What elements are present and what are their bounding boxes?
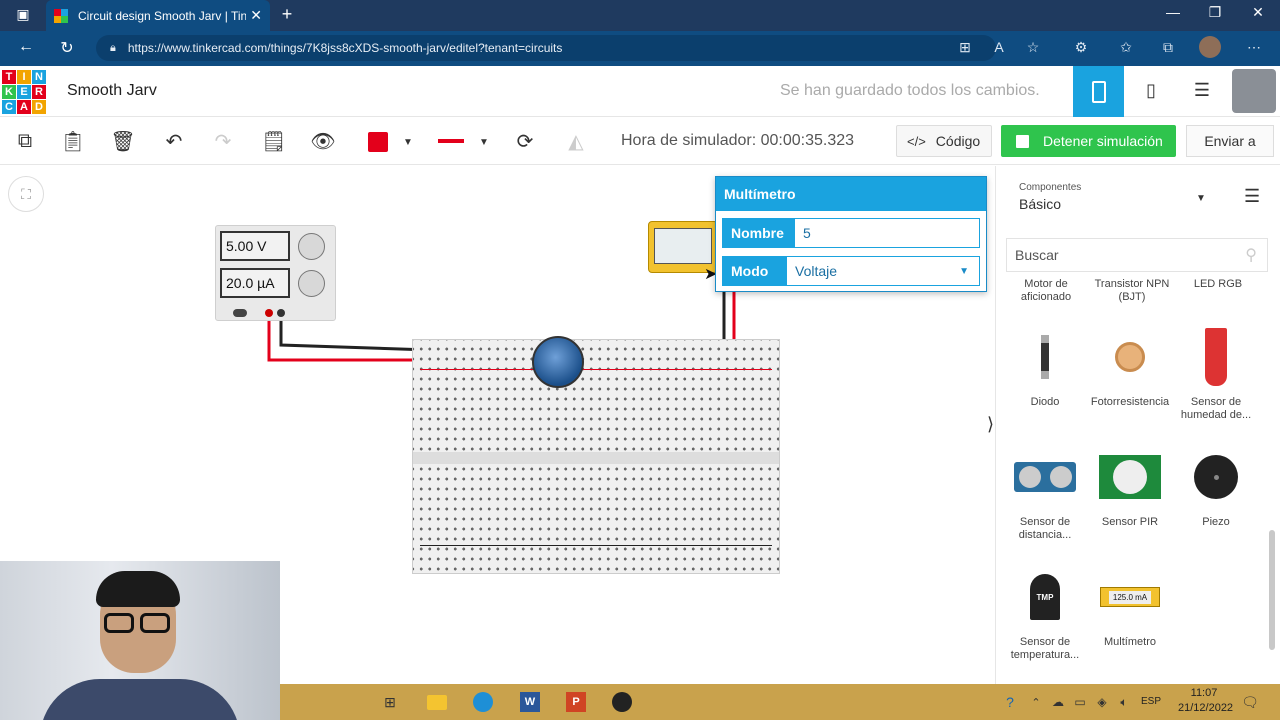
partial-row: Motor de aficionado Transistor NPN (BJT)… bbox=[1003, 272, 1265, 308]
card-label: Sensor PIR bbox=[1101, 516, 1159, 528]
card-label: Sensor de distancia... bbox=[1018, 516, 1072, 541]
card-label-npn-transistor[interactable]: Transistor NPN (BJT) bbox=[1089, 278, 1175, 308]
list-view-icon[interactable]: ☰ bbox=[1244, 186, 1260, 207]
user-avatar[interactable] bbox=[1232, 69, 1276, 113]
minimize-icon[interactable]: — bbox=[1158, 4, 1188, 20]
current-knob[interactable] bbox=[298, 270, 325, 297]
stop-icon bbox=[1016, 134, 1029, 148]
temperature-sensor-icon: TMP bbox=[1030, 562, 1060, 632]
component-card-ultrasonic[interactable]: Sensor de distancia... bbox=[1006, 442, 1084, 552]
circuit-view-button[interactable] bbox=[1073, 66, 1124, 117]
file-explorer-icon[interactable] bbox=[425, 690, 449, 714]
battery-icon[interactable]: ▭ bbox=[1068, 690, 1092, 714]
stop-simulation-button[interactable]: Detener simulación bbox=[1001, 125, 1176, 157]
breadboard-icon bbox=[1091, 80, 1106, 103]
multimeter-screen bbox=[654, 228, 712, 264]
card-label: Multímetro bbox=[1104, 636, 1156, 648]
mode-label: Modo bbox=[723, 257, 787, 285]
component-card-diode[interactable]: Diodo bbox=[1006, 322, 1084, 432]
language-indicator[interactable]: ESP bbox=[1141, 696, 1161, 707]
component-card-soil-moisture[interactable]: Sensor de humedad de... bbox=[1177, 322, 1255, 432]
card-label-rgb-led[interactable]: LED RGB bbox=[1175, 278, 1261, 308]
rail-line-red bbox=[420, 369, 772, 370]
taskbar-clock[interactable]: 11:07 21/12/2022 bbox=[1178, 686, 1234, 716]
notifications-icon[interactable]: 🗨︎ bbox=[1238, 690, 1262, 714]
card-label: Fotorresistencia bbox=[1090, 396, 1170, 408]
category-dropdown-icon[interactable]: ▼ bbox=[1196, 193, 1206, 204]
rail-line-black bbox=[420, 545, 772, 546]
psu-voltage-display: 5.00 V bbox=[220, 231, 290, 261]
multimeter-card-readout: 125.0 mA bbox=[1108, 590, 1152, 604]
component-list-view-icon[interactable]: ☰ bbox=[1187, 80, 1217, 101]
person-hair bbox=[96, 571, 180, 607]
popup-title: Multímetro bbox=[716, 177, 986, 211]
ultrasonic-sensor-icon bbox=[1014, 442, 1076, 512]
card-label: Sensor de temperatura... bbox=[1010, 636, 1080, 661]
onedrive-icon[interactable]: ☁ bbox=[1046, 690, 1070, 714]
component-card-photoresistor[interactable]: Fotorresistencia bbox=[1091, 322, 1169, 432]
mode-property-row: Modo Voltaje ▼ bbox=[722, 256, 980, 286]
psu-negative-terminal[interactable] bbox=[277, 309, 285, 317]
mode-dropdown-icon[interactable]: ▼ bbox=[959, 266, 969, 277]
component-search-input[interactable]: Buscar ⚲ bbox=[1006, 238, 1268, 272]
card-label: Sensor de humedad de... bbox=[1180, 396, 1252, 421]
mode-select[interactable]: Voltaje bbox=[787, 263, 837, 279]
psu-positive-terminal[interactable] bbox=[265, 309, 273, 317]
card-label: Diodo bbox=[1030, 396, 1060, 408]
psu-switch[interactable] bbox=[233, 309, 247, 317]
component-card-pir[interactable]: Sensor PIR bbox=[1091, 442, 1169, 552]
piezo-icon bbox=[1194, 442, 1238, 512]
collections-icon[interactable]: ⧉ bbox=[1157, 39, 1179, 56]
favorite-add-icon[interactable]: ☆ bbox=[1022, 39, 1044, 56]
search-placeholder: Buscar bbox=[1015, 247, 1059, 263]
more-menu-icon[interactable]: ⋯ bbox=[1243, 39, 1265, 56]
favorites-icon[interactable]: ✩ bbox=[1115, 39, 1137, 56]
stop-simulation-label: Detener simulación bbox=[1043, 133, 1163, 149]
profile-avatar[interactable] bbox=[1199, 36, 1221, 58]
clock-time: 11:07 bbox=[1190, 687, 1218, 699]
components-label: Componentes bbox=[1019, 182, 1082, 193]
extensions-icon[interactable]: ⚙ bbox=[1070, 39, 1092, 56]
pir-sensor-icon bbox=[1099, 442, 1161, 512]
volume-icon[interactable]: 🔈︎ bbox=[1112, 690, 1136, 714]
word-icon[interactable]: W bbox=[518, 690, 542, 714]
card-label-hobby-motor[interactable]: Motor de aficionado bbox=[1003, 278, 1089, 308]
show-hidden-icons-icon[interactable]: ⌃ bbox=[1024, 690, 1048, 714]
components-category-select[interactable]: Básico bbox=[1019, 196, 1061, 212]
potentiometer[interactable] bbox=[532, 336, 584, 388]
psu-current-display: 20.0 µA bbox=[220, 268, 290, 298]
breadboard-center-channel bbox=[413, 452, 779, 464]
glasses-left bbox=[104, 613, 134, 633]
network-icon[interactable]: ◈ bbox=[1090, 690, 1114, 714]
component-card-multimeter[interactable]: 125.0 mA Multímetro bbox=[1091, 562, 1169, 672]
glasses-right bbox=[140, 613, 170, 633]
collapse-panel-icon[interactable]: ⟩ bbox=[987, 414, 994, 435]
maximize-icon[interactable]: ❐ bbox=[1200, 4, 1230, 21]
diode-icon bbox=[1041, 322, 1049, 392]
obs-icon[interactable] bbox=[610, 690, 634, 714]
component-card-temperature[interactable]: TMP Sensor de temperatura... bbox=[1006, 562, 1084, 672]
search-icon: ⚲ bbox=[1245, 247, 1257, 264]
name-property-row: Nombre 5 bbox=[722, 218, 980, 248]
multimeter-icon: 125.0 mA bbox=[1100, 562, 1160, 632]
help-icon[interactable]: ? bbox=[998, 690, 1022, 714]
photoresistor-icon bbox=[1115, 322, 1145, 392]
card-label: Piezo bbox=[1202, 516, 1230, 528]
name-input[interactable]: 5 bbox=[795, 225, 811, 241]
edge-icon[interactable] bbox=[471, 690, 495, 714]
voltage-knob[interactable] bbox=[298, 233, 325, 260]
panel-scrollbar[interactable] bbox=[1269, 530, 1275, 650]
webcam-overlay bbox=[0, 561, 280, 720]
soil-moisture-sensor-icon bbox=[1205, 322, 1227, 392]
close-window-icon[interactable]: ✕ bbox=[1243, 4, 1273, 21]
schematic-view-icon[interactable]: ▯ bbox=[1136, 80, 1166, 101]
name-label: Nombre bbox=[723, 219, 795, 247]
send-to-button[interactable]: Enviar a bbox=[1186, 125, 1274, 157]
component-card-piezo[interactable]: Piezo bbox=[1177, 442, 1255, 552]
clock-date: 21/12/2022 bbox=[1178, 702, 1234, 714]
task-view-icon[interactable]: ⊞ bbox=[378, 690, 402, 714]
powerpoint-icon[interactable]: P bbox=[564, 690, 588, 714]
